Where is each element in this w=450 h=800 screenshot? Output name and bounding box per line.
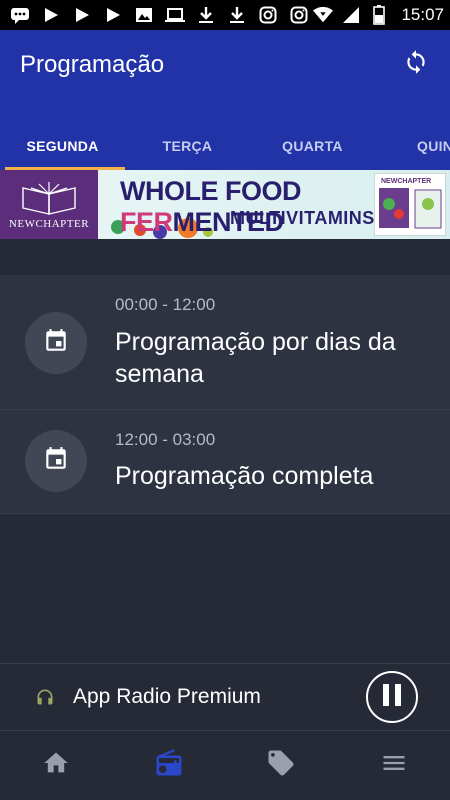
laptop-icon [165, 5, 185, 25]
list-item[interactable]: 12:00 - 03:00 Programação completa [0, 410, 450, 514]
day-tabs: SEGUNDA TERÇA QUARTA QUIN [0, 120, 450, 170]
radio-icon [154, 748, 184, 783]
ad-banner[interactable]: NEWCHAPTER WHOLE FOOD FERMENTED MULTIVIT… [0, 170, 450, 239]
tag-icon [266, 748, 296, 783]
nav-menu[interactable] [338, 731, 450, 800]
tab-quarta[interactable]: QUARTA [250, 120, 375, 170]
instagram-icon [289, 5, 309, 25]
calendar-icon-circle [25, 430, 87, 492]
play-icon [72, 5, 92, 25]
tab-quinta[interactable]: QUIN [375, 120, 450, 170]
ad-brand-name: NEWCHAPTER [8, 217, 90, 230]
wifi-icon [313, 5, 334, 25]
app-bar: Programação SEGUNDA TERÇA QUARTA QUIN [0, 30, 450, 170]
calendar-icon-circle [25, 312, 87, 374]
nav-radio[interactable] [113, 731, 226, 800]
station-name: App Radio Premium [73, 685, 261, 708]
program-title: Programação completa [115, 462, 374, 490]
notification-icons [10, 5, 313, 25]
status-bar: 15:07 [0, 0, 450, 30]
play-icon [103, 5, 123, 25]
ad-content: WHOLE FOOD FERMENTED MULTIVITAMINS NEWCH… [98, 170, 450, 239]
list-spacer [0, 239, 450, 275]
tab-terca[interactable]: TERÇA [125, 120, 250, 170]
headphones-icon [35, 687, 55, 707]
download-icon [227, 5, 247, 25]
calendar-icon [43, 328, 69, 359]
home-icon [42, 749, 70, 782]
ad-brand-logo: NEWCHAPTER [0, 170, 98, 239]
play-icon [41, 5, 61, 25]
list-item[interactable]: 00:00 - 12:00 Programação por dias da se… [0, 275, 450, 410]
image-icon [134, 5, 154, 25]
page-title: Programação [20, 51, 165, 78]
ad-headline-part1: WHOLE FOOD [120, 176, 301, 206]
product-box-icon [379, 188, 442, 229]
schedule-list: 00:00 - 12:00 Programação por dias da se… [0, 239, 450, 514]
book-logo-icon [22, 181, 76, 215]
nav-home[interactable] [0, 731, 113, 800]
refresh-button[interactable] [402, 49, 430, 80]
menu-icon [380, 749, 408, 782]
clock: 15:07 [401, 5, 444, 24]
player-bar[interactable]: App Radio Premium [0, 663, 450, 731]
pause-icon [381, 683, 403, 712]
bottom-nav [0, 731, 450, 800]
chat-icon [10, 5, 30, 25]
ad-subline: MULTIVITAMINS [230, 208, 375, 228]
signal-icon [341, 5, 361, 25]
program-time: 00:00 - 12:00 [115, 295, 216, 314]
tab-segunda[interactable]: SEGUNDA [0, 120, 125, 170]
program-time: 12:00 - 03:00 [115, 430, 216, 449]
refresh-icon [403, 49, 429, 80]
pause-button[interactable] [366, 671, 418, 723]
calendar-icon [43, 446, 69, 477]
instagram-icon [258, 5, 278, 25]
download-icon [196, 5, 216, 25]
program-title: Programação por dias da semana [115, 328, 396, 388]
system-icons: 15:07 [313, 5, 444, 25]
nav-tags[interactable] [225, 731, 338, 800]
ad-product-image: NEWCHAPTER [374, 173, 446, 236]
ad-headline-part2: FER [120, 207, 173, 237]
battery-icon [369, 5, 389, 25]
